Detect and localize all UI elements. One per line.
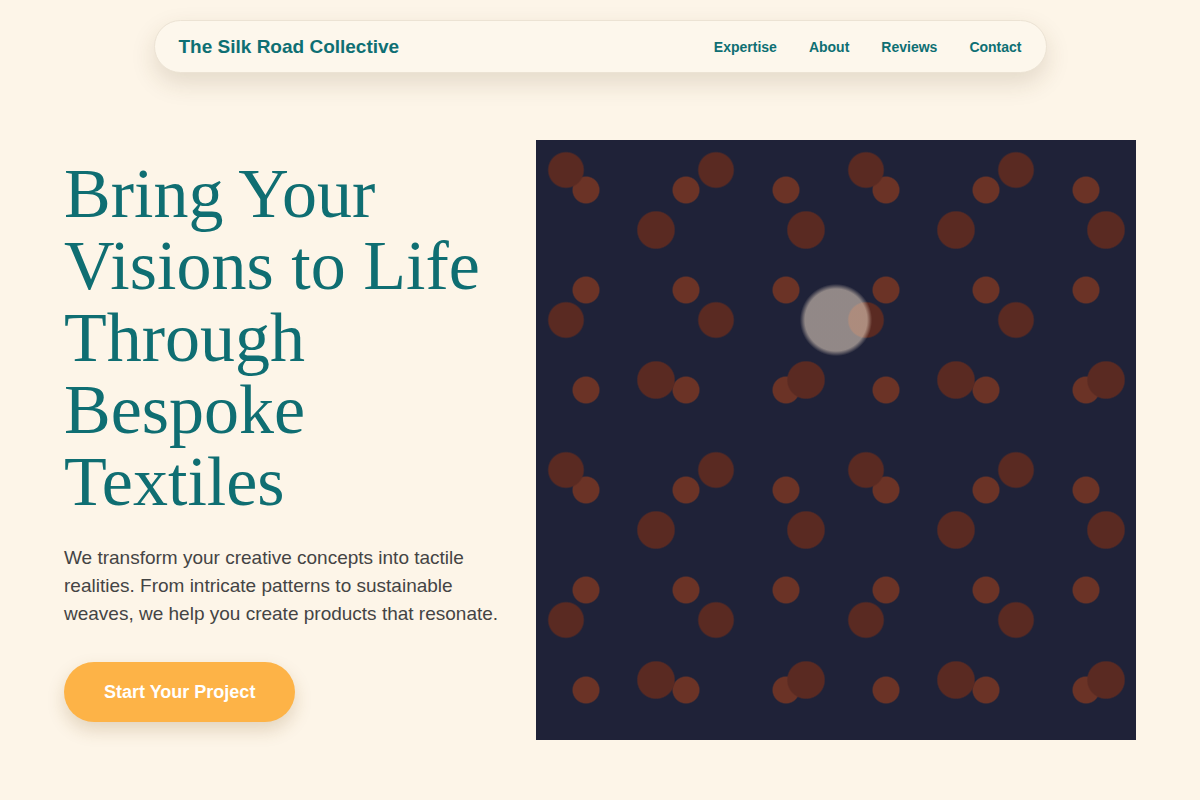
hero-content: Bring Your Visions to Life Through Bespo… — [0, 158, 536, 722]
start-project-button[interactable]: Start Your Project — [64, 662, 295, 722]
brand-logo[interactable]: The Silk Road Collective — [179, 36, 400, 58]
nav-link[interactable]: Contact — [969, 39, 1021, 55]
nav-link[interactable]: Reviews — [881, 39, 937, 55]
landing-page: The Silk Road Collective Expertise About Re… — [0, 0, 1200, 800]
nav-links: Expertise About Reviews Contact — [714, 39, 1022, 55]
hero-description: We transform your creative concepts into… — [64, 544, 524, 628]
hero-title: Bring Your Visions to Life Through Bespo… — [64, 158, 534, 518]
nav-link[interactable]: About — [809, 39, 849, 55]
hero-section: Bring Your Visions to Life Through Bespo… — [0, 140, 1200, 740]
nav-bar: The Silk Road Collective Expertise About Re… — [154, 20, 1047, 73]
textile-photo — [536, 140, 1136, 740]
nav-link[interactable]: Expertise — [714, 39, 777, 55]
